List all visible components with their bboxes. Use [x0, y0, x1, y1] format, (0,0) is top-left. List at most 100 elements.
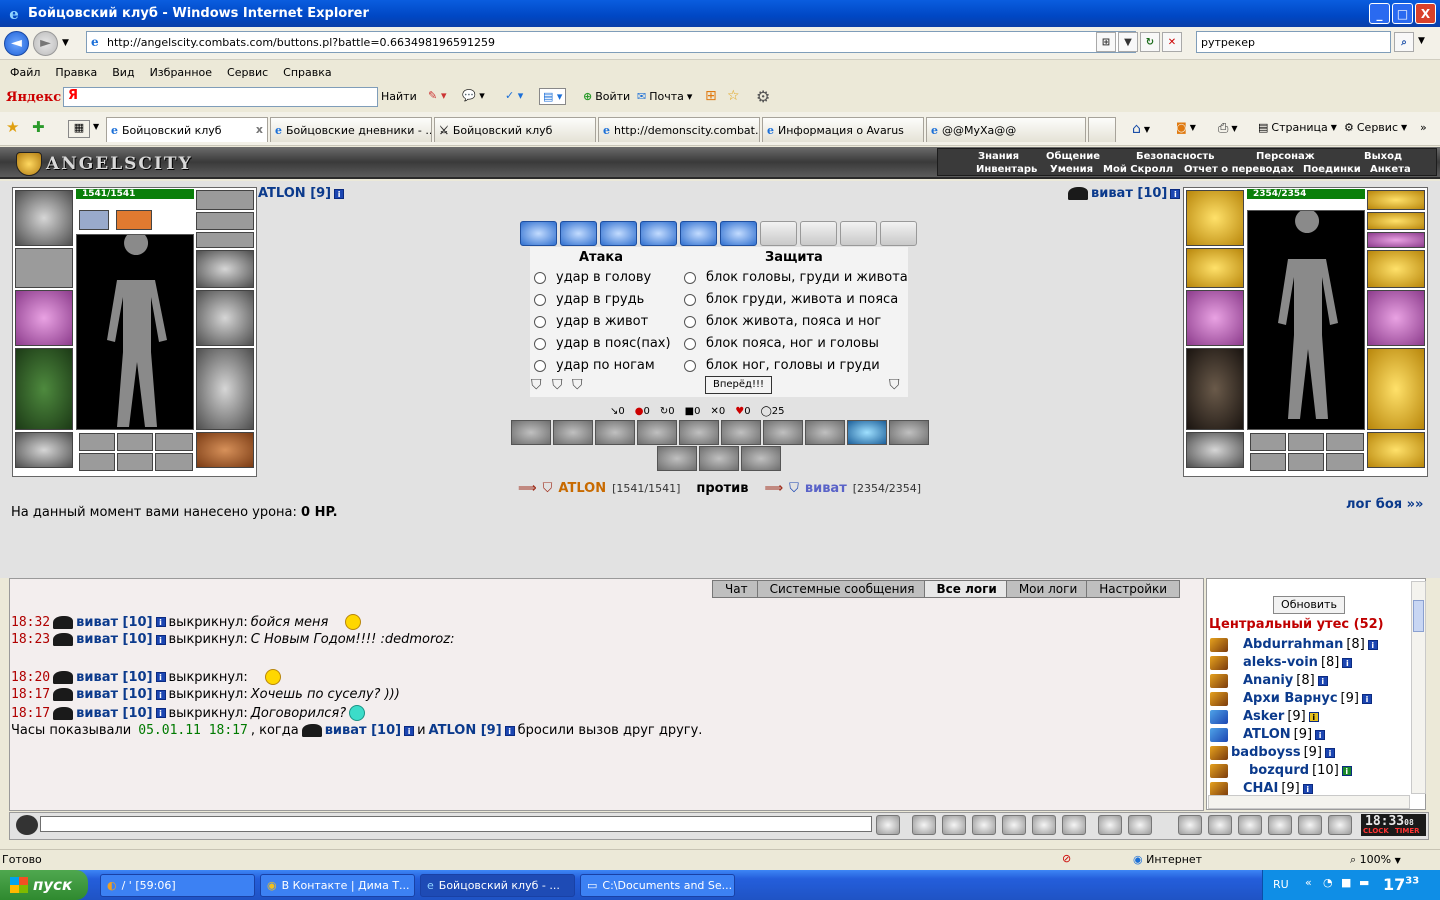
menu-favorites[interactable]: Избранное	[150, 66, 212, 79]
defense-option[interactable]: блок ног, головы и груди	[684, 358, 880, 373]
user-item[interactable]: Asker [9] i	[1210, 709, 1319, 724]
enemy-boots-slot[interactable]	[1367, 432, 1425, 468]
earrings-slot[interactable]	[196, 190, 254, 210]
spellcheck-icon[interactable]: ✓ ▾	[505, 89, 523, 102]
info-icon[interactable]: i	[155, 708, 166, 718]
radio-button[interactable]	[684, 315, 696, 328]
user-item[interactable]: badboyss [9] i	[1210, 745, 1335, 760]
msg-time[interactable]: 18:20	[11, 670, 50, 685]
user-item[interactable]: CHAI [9] i	[1210, 781, 1313, 796]
attack-option[interactable]: удар в живот	[534, 314, 648, 329]
defense-option[interactable]: блок живота, пояса и ног	[684, 314, 881, 329]
refresh-icon[interactable]: ↻	[1140, 32, 1160, 52]
sys-nick1[interactable]: виват [10]	[325, 723, 401, 738]
msg-nick[interactable]: виват [10]	[76, 706, 152, 721]
tab-myxa[interactable]: e @@MyXa@@	[926, 117, 1086, 142]
menu-help[interactable]: Справка	[283, 66, 331, 79]
info-icon[interactable]: i	[1341, 765, 1352, 776]
info-icon[interactable]: i	[404, 725, 415, 736]
users-vertical-scrollbar[interactable]	[1411, 581, 1426, 794]
skill-button[interactable]	[679, 420, 719, 445]
boots-slot[interactable]	[196, 432, 254, 468]
menu-my-scroll[interactable]: Мой Скролл	[1103, 164, 1173, 175]
menu-character[interactable]: Персонаж	[1256, 151, 1315, 162]
task-item[interactable]: ◉ В Контакте | Дима Т...	[260, 874, 415, 897]
minimize-button[interactable]: _	[1369, 3, 1390, 24]
tab-close-icon[interactable]: x	[256, 123, 263, 136]
user-item[interactable]: ATLON [9] i	[1210, 727, 1326, 742]
compatibility-icon[interactable]: ⊞	[1096, 32, 1116, 52]
radio-button[interactable]	[684, 293, 696, 306]
user-item[interactable]: Архи Варнус [9] i	[1210, 691, 1372, 706]
save-log-icon[interactable]	[972, 815, 996, 835]
radio-button[interactable]	[534, 315, 546, 328]
radio-button[interactable]	[684, 359, 696, 372]
scroll-slot[interactable]	[640, 221, 677, 246]
info-icon[interactable]: i	[155, 634, 166, 645]
language-indicator[interactable]: RU	[1273, 878, 1289, 891]
translate-icon[interactable]: ▤ ▾	[539, 88, 567, 105]
defense-option[interactable]: блок пояса, ног и головы	[684, 336, 879, 351]
menu-skills[interactable]: Умения	[1050, 164, 1093, 175]
info-icon[interactable]: i	[155, 672, 166, 682]
tab-chat[interactable]: Чат	[712, 580, 761, 598]
radio-button[interactable]	[684, 271, 696, 284]
tray-app-icon[interactable]: ■	[1341, 876, 1351, 889]
menu-inventory[interactable]: Инвентарь	[976, 164, 1037, 175]
ring-slot-2[interactable]	[117, 433, 153, 451]
user-item[interactable]: bozqurd [10] i	[1210, 763, 1352, 778]
msg-time[interactable]: 18:23	[11, 632, 50, 647]
belt-slot[interactable]	[15, 432, 73, 468]
scroll-slot-1[interactable]	[79, 453, 115, 471]
tools-chevron-icon[interactable]: »	[1420, 121, 1427, 134]
close-window-button[interactable]: X	[1415, 3, 1436, 24]
scroll-slot-empty[interactable]	[840, 221, 877, 246]
player-info-icon[interactable]: i	[334, 188, 345, 199]
task-item[interactable]: ▭ C:\Documents and Se...	[580, 874, 735, 897]
radio-button[interactable]	[534, 271, 546, 284]
enemy-helmet-slot[interactable]	[1186, 190, 1244, 246]
enemy-rings-row-slot[interactable]	[1367, 232, 1425, 248]
refresh-battle-icon[interactable]: ⛉	[889, 377, 900, 393]
back-button[interactable]: ◄	[4, 30, 29, 56]
info-icon[interactable]: i	[1315, 729, 1326, 740]
skill-button[interactable]	[637, 420, 677, 445]
game-logo[interactable]: ANGELSCITY	[16, 152, 193, 176]
info-icon[interactable]: i	[1361, 693, 1372, 704]
home-icon[interactable]: ⌂ ▼	[1132, 121, 1150, 137]
enemy-info-icon[interactable]: i	[1170, 188, 1181, 199]
weapon-slot[interactable]	[15, 290, 73, 346]
rings-row-slot[interactable]	[196, 232, 254, 248]
settings-gear-icon[interactable]: ⚙	[756, 87, 770, 106]
msg-time[interactable]: 18:32	[11, 615, 50, 630]
scroll-slot[interactable]	[680, 221, 717, 246]
chat-mode-icon[interactable]	[16, 815, 38, 835]
radio-button[interactable]	[534, 293, 546, 306]
maximize-button[interactable]: □	[1392, 3, 1413, 24]
ring-slot-1[interactable]	[79, 433, 115, 451]
page-menu-button[interactable]: ▤ Страница ▼	[1258, 121, 1337, 134]
tactic-shield-icon[interactable]: ⛉	[552, 377, 563, 393]
tab-demonscity[interactable]: e http://demonscity.combat...	[598, 117, 760, 142]
scroll-slot[interactable]	[520, 221, 557, 246]
tab-list-dropdown-icon[interactable]: ▼	[93, 122, 99, 131]
enemy-belt-slot[interactable]	[1186, 432, 1244, 468]
vs-enemy-name[interactable]: виват	[805, 481, 847, 496]
auto-scroll-icon[interactable]	[1032, 815, 1056, 835]
scroll-slot[interactable]	[600, 221, 637, 246]
gloves-slot[interactable]	[196, 250, 254, 288]
ring-slot-3[interactable]	[155, 433, 193, 451]
msg-time[interactable]: 18:17	[11, 687, 50, 702]
login-button[interactable]: ⊕ Войти	[583, 90, 630, 103]
player-nick[interactable]: ATLON [9] i	[258, 186, 345, 201]
msg-nick[interactable]: виват [10]	[76, 615, 152, 630]
search-input[interactable]: рутрекер	[1196, 31, 1391, 53]
users-horizontal-scrollbar[interactable]	[1208, 795, 1410, 809]
history-dropdown-icon[interactable]: ▼	[62, 38, 69, 48]
menu-fights[interactable]: Поединки	[1303, 164, 1361, 175]
task-item-active[interactable]: e Бойцовский клуб - ...	[420, 874, 575, 897]
menu-view[interactable]: Вид	[112, 66, 134, 79]
menu-tools[interactable]: Сервис	[227, 66, 268, 79]
mail-button[interactable]: ✉ Почта ▾	[637, 90, 692, 103]
scroll-slot-2[interactable]	[117, 453, 153, 471]
